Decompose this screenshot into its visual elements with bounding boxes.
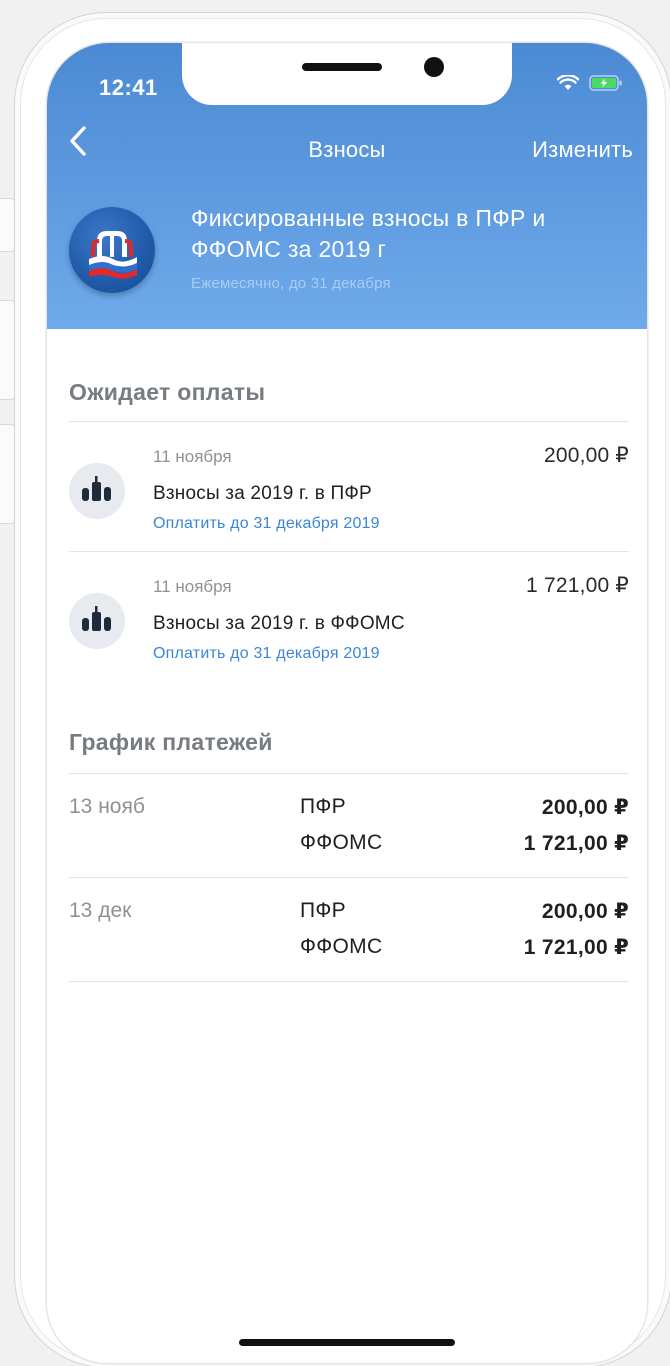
side-button-volume-down bbox=[0, 424, 15, 524]
pending-item-deadline[interactable]: Оплатить до 31 декабря 2019 bbox=[153, 515, 380, 533]
building-icon bbox=[82, 605, 112, 637]
pending-item-amount: 200,00 ₽ bbox=[543, 444, 629, 467]
pending-item-name: Взносы за 2019 г. в ФФОМС bbox=[153, 613, 405, 634]
header: 12:41 Взносы Изменить Фиксированные взно… bbox=[47, 43, 647, 329]
schedule-divider-middle bbox=[69, 877, 629, 878]
phone-frame: 12:41 Взносы Изменить Фиксированные взно… bbox=[14, 12, 670, 1366]
home-indicator[interactable] bbox=[239, 1339, 455, 1346]
schedule-line-label: ФФОМС bbox=[300, 831, 383, 854]
header-subtitle: Ежемесячно, до 31 декабря bbox=[191, 275, 391, 292]
schedule-line-value: 200,00 ₽ bbox=[541, 796, 629, 819]
side-button-silent bbox=[0, 198, 15, 252]
schedule-row-nov: 13 нояб ПФР 200,00 ₽ ФФОМС 1 721,00 ₽ bbox=[47, 775, 647, 879]
schedule-row-dec: 13 дек ПФР 200,00 ₽ ФФОМС 1 721,00 ₽ bbox=[47, 879, 647, 983]
schedule-line-label: ФФОМС bbox=[300, 935, 383, 958]
status-icons bbox=[556, 74, 623, 96]
schedule-section-title: График платежей bbox=[69, 729, 273, 755]
schedule-divider-top bbox=[69, 773, 629, 774]
schedule-divider-bottom bbox=[69, 981, 629, 982]
schedule-line-label: ПФР bbox=[300, 899, 346, 922]
front-camera bbox=[424, 57, 444, 77]
device-stage: 12:41 Взносы Изменить Фиксированные взно… bbox=[0, 0, 670, 1366]
pending-item-icon bbox=[69, 593, 125, 649]
pending-item-name: Взносы за 2019 г. в ПФР bbox=[153, 483, 372, 504]
chevron-left-icon bbox=[69, 125, 87, 161]
speaker-grille bbox=[302, 63, 382, 71]
schedule-line-label: ПФР bbox=[300, 795, 346, 818]
schedule-row-date: 13 нояб bbox=[69, 795, 145, 818]
status-time: 12:41 bbox=[99, 75, 158, 100]
page-title: Взносы bbox=[308, 137, 386, 162]
pending-section-title: Ожидает оплаты bbox=[69, 379, 266, 405]
back-button[interactable] bbox=[63, 123, 93, 163]
schedule-line-value: 200,00 ₽ bbox=[541, 900, 629, 923]
header-title: Фиксированные взносы в ПФР и ФФОМС за 20… bbox=[191, 205, 546, 262]
battery-charging-icon bbox=[589, 75, 623, 96]
edit-button[interactable]: Изменить bbox=[532, 137, 633, 163]
pending-item-deadline[interactable]: Оплатить до 31 декабря 2019 bbox=[153, 645, 380, 663]
pending-item-icon bbox=[69, 463, 125, 519]
notch bbox=[182, 43, 512, 105]
phone-screen: 12:41 Взносы Изменить Фиксированные взно… bbox=[47, 43, 647, 1363]
schedule-line-value: 1 721,00 ₽ bbox=[523, 832, 629, 855]
schedule-row-date: 13 дек bbox=[69, 899, 132, 922]
pending-item-date: 11 ноября bbox=[153, 447, 232, 466]
pending-divider-top bbox=[69, 421, 629, 422]
schedule-line-value: 1 721,00 ₽ bbox=[523, 936, 629, 959]
pending-item-date: 11 ноября bbox=[153, 577, 232, 596]
pending-divider-middle bbox=[69, 551, 629, 552]
pending-item-ffoms[interactable]: 11 ноября 1 721,00 ₽ Взносы за 2019 г. в… bbox=[47, 553, 647, 683]
side-button-volume-up bbox=[0, 300, 15, 400]
pfr-logo bbox=[69, 207, 155, 293]
building-icon bbox=[82, 475, 112, 507]
pending-item-amount: 1 721,00 ₽ bbox=[526, 574, 629, 597]
pending-item-pfr[interactable]: 11 ноября 200,00 ₽ Взносы за 2019 г. в П… bbox=[47, 423, 647, 553]
wifi-icon bbox=[556, 74, 580, 96]
